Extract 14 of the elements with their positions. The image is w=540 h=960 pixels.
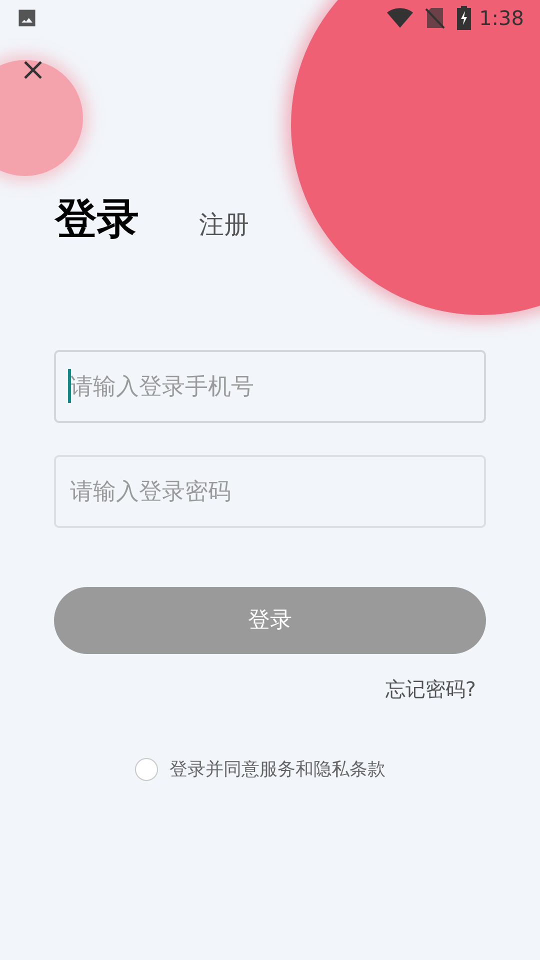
input-field[interactable]: 请输入登录密码 bbox=[54, 455, 486, 528]
battery-icon bbox=[457, 6, 472, 30]
tab[interactable]: 注册 bbox=[199, 212, 249, 237]
close-icon bbox=[23, 60, 43, 80]
agreement-checkbox[interactable] bbox=[134, 758, 158, 781]
agreement-text: 登录并同意服务和隐私条款 bbox=[170, 758, 386, 782]
input-field[interactable]: 请输入登录手机号 bbox=[54, 350, 486, 423]
text-cursor bbox=[68, 369, 71, 403]
image-icon bbox=[16, 7, 38, 29]
forgot-password-link[interactable]: 忘记密码? bbox=[385, 674, 476, 704]
status-time: 1:38 bbox=[479, 5, 524, 32]
tab[interactable]: 登录 bbox=[55, 198, 139, 240]
no-sim-icon bbox=[425, 7, 446, 29]
wifi-icon bbox=[387, 8, 414, 28]
